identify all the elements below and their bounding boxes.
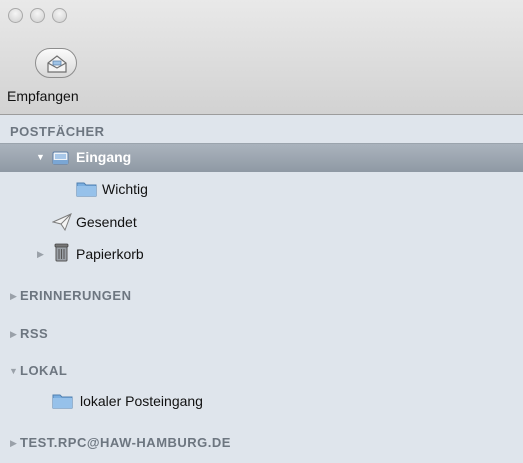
section-header-mailboxes: POSTFÄCHER [10, 124, 105, 139]
receive-mail-label: Empfangen [7, 88, 79, 104]
section-header-reminders: ERINNERUNGEN [20, 288, 132, 303]
envelope-icon [47, 55, 67, 73]
disclosure-expanded-icon[interactable]: ▼ [9, 366, 18, 376]
receive-mail-button[interactable] [35, 48, 77, 78]
section-header-rss: RSS [20, 326, 49, 341]
disclosure-collapsed-icon[interactable]: ▶ [37, 249, 44, 260]
sidebar-item-local-inbox-label: lokaler Posteingang [80, 393, 203, 409]
toolbar: Empfangen [0, 0, 523, 115]
zoom-window-button[interactable] [52, 8, 67, 23]
folder-icon [76, 182, 97, 197]
minimize-window-button[interactable] [30, 8, 45, 23]
disclosure-expanded-icon[interactable]: ▼ [36, 152, 45, 162]
disclosure-collapsed-icon[interactable]: ▶ [10, 329, 17, 340]
mail-window: Empfangen POSTFÄCHER ▼ Eingang Wichtig G… [0, 0, 523, 463]
section-header-local: LOKAL [20, 363, 68, 378]
sidebar-item-inbox[interactable]: ▼ Eingang [0, 143, 523, 172]
disclosure-collapsed-icon[interactable]: ▶ [10, 438, 17, 449]
folder-icon [52, 394, 73, 409]
section-header-account: TEST.RPC@HAW-HAMBURG.DE [20, 435, 231, 450]
trash-can-icon [54, 243, 69, 262]
sidebar-item-trash-label: Papierkorb [76, 246, 144, 262]
close-window-button[interactable] [8, 8, 23, 23]
mailbox-sidebar: POSTFÄCHER ▼ Eingang Wichtig Gesendet ▶ … [0, 115, 523, 463]
sidebar-item-important-label: Wichtig [102, 181, 148, 197]
sidebar-item-sent-label: Gesendet [76, 214, 137, 230]
inbox-tray-icon [52, 151, 69, 165]
disclosure-collapsed-icon[interactable]: ▶ [10, 291, 17, 302]
sidebar-item-inbox-label: Eingang [76, 149, 132, 165]
paper-plane-icon [52, 213, 72, 231]
